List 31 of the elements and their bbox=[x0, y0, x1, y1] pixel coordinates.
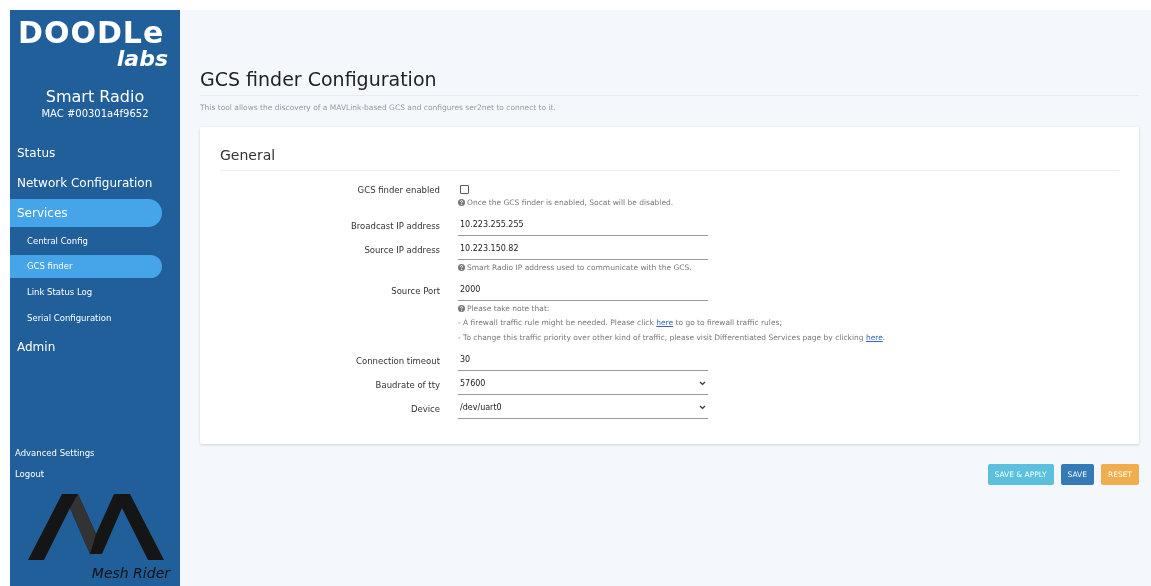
nav-item[interactable]: Network Configuration bbox=[10, 168, 162, 197]
help-icon bbox=[458, 263, 465, 271]
page-title: GCS finder Configuration bbox=[200, 68, 1139, 96]
nav-subitem[interactable]: Link Status Log bbox=[10, 281, 162, 304]
field-label: Broadcast IP address bbox=[349, 220, 441, 233]
field-label: GCS finder enabled bbox=[356, 184, 441, 197]
field-label: Connection timeout bbox=[355, 354, 441, 368]
field-label: Baudrate of tty bbox=[374, 378, 441, 392]
nav-subitem[interactable]: Serial Configuration bbox=[10, 306, 162, 330]
help-icon bbox=[458, 198, 465, 206]
checkbox[interactable] bbox=[460, 185, 469, 195]
device-title: Smart Radio bbox=[44, 88, 146, 106]
help-icon bbox=[458, 304, 465, 312]
nav-item[interactable]: Status bbox=[10, 138, 162, 167]
device-mac: MAC #00301a4f9652 bbox=[40, 106, 150, 121]
logo-subtitle: labs bbox=[116, 48, 168, 70]
field-label: Source Port bbox=[390, 285, 441, 299]
brand-name: Mesh Rider bbox=[91, 564, 170, 583]
field-label: Device bbox=[409, 402, 441, 416]
field-label: Source IP address bbox=[363, 244, 441, 257]
chevron-down-icon bbox=[699, 381, 706, 387]
chevron-down-icon bbox=[699, 405, 706, 411]
nav-item[interactable]: Admin bbox=[10, 332, 162, 361]
select-field[interactable]: 57600 bbox=[458, 373, 708, 395]
section-title: General bbox=[220, 145, 1119, 172]
logo-wordmark: DOODLe bbox=[17, 14, 165, 48]
nav-subitem[interactable]: Central Config bbox=[10, 229, 162, 253]
footer-link[interactable]: Logout bbox=[10, 468, 180, 481]
m-logo-icon bbox=[26, 494, 166, 560]
footer-link[interactable]: Advanced Settings bbox=[10, 446, 180, 460]
select-field[interactable]: /dev/uart0 bbox=[458, 397, 708, 419]
